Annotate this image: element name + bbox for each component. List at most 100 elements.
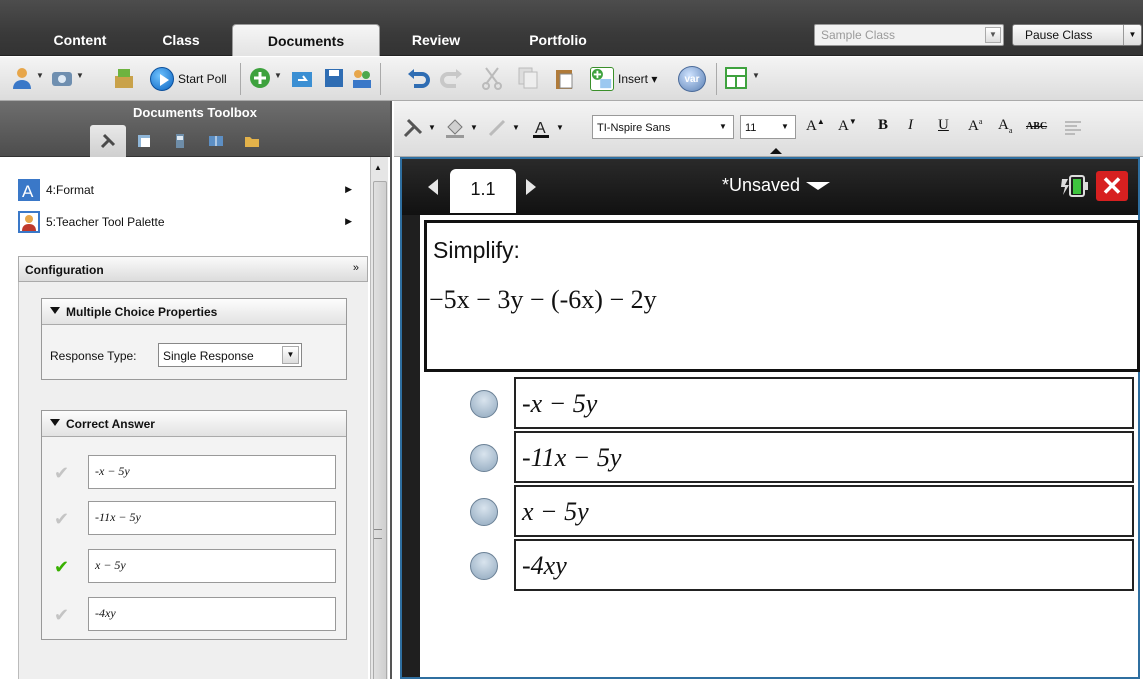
tab-page-sorter[interactable]	[126, 125, 162, 157]
scroll-up-icon[interactable]: ▲	[374, 163, 382, 172]
paste-icon[interactable]	[552, 66, 576, 90]
undo-icon[interactable]	[406, 66, 430, 90]
increase-font-icon[interactable]: A▲	[806, 117, 825, 135]
insert-button[interactable]: Insert ▾	[590, 66, 670, 92]
choice-radio[interactable]	[470, 444, 498, 472]
superscript-button[interactable]: Aa	[968, 117, 982, 135]
font-size-select[interactable]: 11 ▼	[740, 115, 796, 139]
configuration-header[interactable]: Configuration »	[18, 256, 368, 282]
question-box[interactable]: Simplify: −5x − 3y − (-6x) − 2y	[424, 220, 1140, 372]
new-document-icon[interactable]	[248, 66, 272, 90]
tab-review[interactable]: Review	[398, 24, 474, 56]
pause-class-button[interactable]: Pause Class ▼	[1012, 24, 1142, 46]
tab-documents[interactable]: Documents	[232, 24, 380, 56]
chevron-down-icon[interactable]: ▼	[470, 123, 478, 132]
svg-text:A: A	[22, 182, 34, 201]
choice-radio[interactable]	[470, 552, 498, 580]
bold-button[interactable]: B	[878, 117, 888, 134]
underline-button[interactable]: U	[938, 117, 949, 134]
font-family-select[interactable]: TI-Nspire Sans ▼	[592, 115, 734, 139]
tab-content[interactable]: Content	[40, 24, 120, 56]
chevron-down-icon[interactable]: ▼	[715, 118, 731, 136]
choice-field[interactable]: -4xy	[514, 539, 1134, 591]
toolbar-divider	[240, 63, 241, 95]
chevron-down-icon[interactable]: ▼	[752, 71, 760, 80]
choice-radio[interactable]	[470, 498, 498, 526]
open-document-icon[interactable]	[290, 66, 314, 90]
answer-field[interactable]: x − 5y	[88, 549, 336, 583]
send-to-class-icon[interactable]	[350, 66, 374, 90]
tab-emulator[interactable]	[162, 125, 198, 157]
save-icon[interactable]	[322, 66, 346, 90]
page-layout-icon[interactable]	[724, 66, 748, 90]
start-poll-button[interactable]: Start Poll	[150, 66, 236, 92]
answer-field[interactable]: -11x − 5y	[88, 501, 336, 535]
toolbox-scrollbar[interactable]: ▲	[370, 157, 388, 679]
choice-field[interactable]: -11x − 5y	[514, 431, 1134, 483]
quick-poll-icon[interactable]	[112, 66, 136, 90]
format-toolbar: ▼ ▼ ▼ A ▼ TI-Nspire Sans ▼ 11 ▼ A▲ A▼ B …	[394, 101, 1143, 157]
chevron-down-icon[interactable]: ▼	[76, 71, 84, 80]
check-icon[interactable]: ✔	[54, 605, 69, 626]
menu-item-label: 5:Teacher Tool Palette	[46, 215, 165, 229]
tab-utilities[interactable]	[198, 125, 234, 157]
strikethrough-button[interactable]: ABC	[1026, 121, 1047, 132]
pause-class-dropdown-icon[interactable]: ▼	[1123, 25, 1141, 45]
chevron-down-icon[interactable]: ▼	[282, 346, 299, 364]
tab-tools[interactable]	[90, 125, 126, 157]
copy-icon[interactable]	[516, 66, 540, 90]
cut-icon[interactable]	[480, 66, 504, 90]
align-icon[interactable]	[1062, 117, 1084, 139]
triangle-down-icon[interactable]	[50, 307, 60, 314]
next-page-icon[interactable]	[526, 179, 536, 195]
tab-class[interactable]: Class	[146, 24, 216, 56]
italic-button[interactable]: I	[908, 117, 913, 134]
response-type-select[interactable]: Single Response ▼	[158, 343, 302, 367]
triangle-down-icon[interactable]	[50, 419, 60, 426]
fill-color-icon[interactable]	[444, 117, 466, 139]
check-icon[interactable]: ✔	[54, 463, 69, 484]
font-size-value: 11	[745, 122, 757, 134]
mc-properties-title: Multiple Choice Properties	[66, 305, 218, 319]
chevron-down-icon[interactable]: ▼	[36, 71, 44, 80]
scrollbar-thumb[interactable]	[373, 181, 387, 679]
answer-field[interactable]: -4xy	[88, 597, 336, 631]
document-title[interactable]: *Unsaved	[722, 175, 831, 196]
menu-item-format[interactable]: A 4:Format ▶	[18, 177, 358, 205]
document-frame: 1.1 *Unsaved ✕ Simplify: −5x − 3y − (-6x…	[400, 157, 1140, 679]
line-color-icon[interactable]	[486, 117, 508, 139]
tab-portfolio[interactable]: Portfolio	[510, 24, 606, 56]
close-document-button[interactable]: ✕	[1096, 171, 1128, 201]
subscript-button[interactable]: Aa	[998, 117, 1012, 135]
check-icon[interactable]: ✔	[54, 557, 69, 578]
menu-item-teacher-tool-palette[interactable]: 5:Teacher Tool Palette ▶	[18, 209, 358, 237]
screen-capture-icon[interactable]	[50, 66, 74, 90]
tools-icon[interactable]	[402, 117, 424, 139]
answer-text: -4xy	[95, 606, 116, 620]
tab-content-explorer[interactable]	[234, 125, 270, 157]
choice-field[interactable]: -x − 5y	[514, 377, 1134, 429]
chevron-down-icon[interactable]: ▼	[985, 27, 1001, 43]
chevron-down-icon[interactable]: ▼	[512, 123, 520, 132]
text-color-icon[interactable]: A	[530, 117, 552, 139]
choice-field[interactable]: x − 5y	[514, 485, 1134, 537]
mc-properties-header[interactable]: Multiple Choice Properties	[42, 299, 346, 325]
book-icon	[209, 136, 223, 146]
chevron-down-icon[interactable]: ▼	[777, 118, 793, 136]
collapse-icon[interactable]: »	[353, 262, 359, 274]
var-icon[interactable]: var	[678, 66, 706, 92]
choice-radio[interactable]	[470, 390, 498, 418]
redo-icon[interactable]	[440, 66, 464, 90]
decrease-font-icon[interactable]: A▼	[838, 117, 857, 135]
page-tab[interactable]: 1.1	[450, 169, 516, 213]
chevron-down-icon[interactable]: ▼	[556, 123, 564, 132]
class-select[interactable]: Sample Class ▼	[814, 24, 1004, 46]
correct-answer-header[interactable]: Correct Answer	[42, 411, 346, 437]
configuration-title: Configuration	[25, 263, 104, 277]
answer-field[interactable]: -x − 5y	[88, 455, 336, 489]
previous-page-icon[interactable]	[428, 179, 438, 195]
students-icon[interactable]	[10, 66, 34, 90]
check-icon[interactable]: ✔	[54, 509, 69, 530]
chevron-down-icon[interactable]: ▼	[428, 123, 436, 132]
chevron-down-icon[interactable]: ▼	[274, 71, 282, 80]
